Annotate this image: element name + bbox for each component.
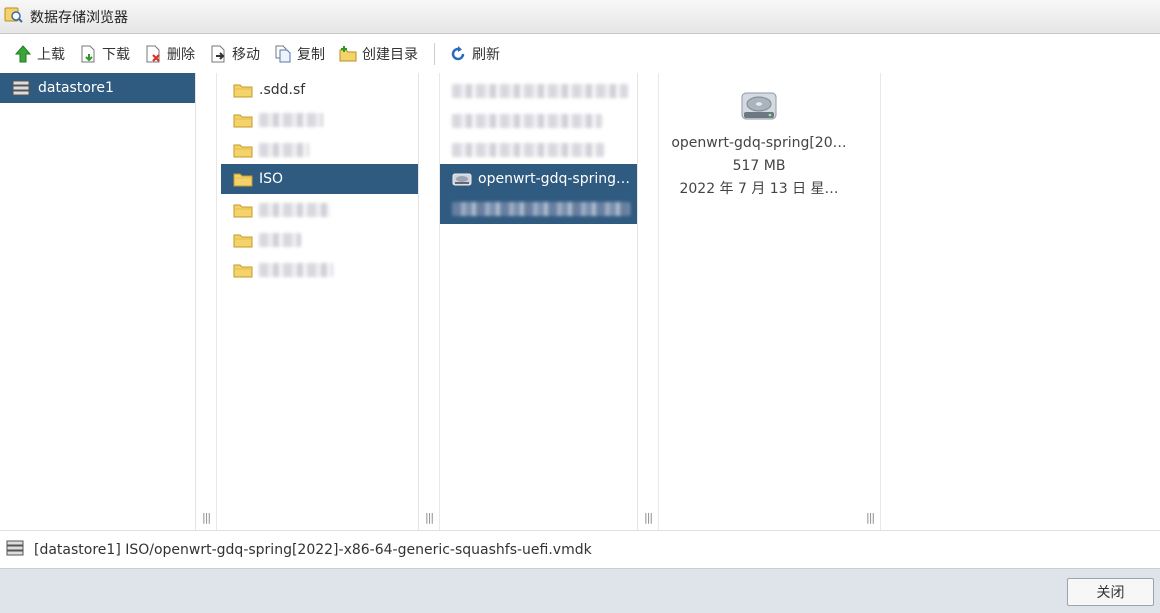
disk-file-icon bbox=[658, 87, 860, 131]
file-item[interactable] bbox=[440, 106, 637, 136]
file-item[interactable] bbox=[440, 76, 637, 106]
new-folder-icon bbox=[339, 45, 357, 63]
redacted-file-name bbox=[452, 84, 628, 98]
folder-item-iso[interactable]: ISO bbox=[221, 164, 418, 194]
datastore-label: datastore1 bbox=[38, 80, 114, 96]
pane-splitter[interactable]: ||| bbox=[638, 73, 659, 530]
refresh-label: 刷新 bbox=[472, 47, 500, 63]
datastore-icon bbox=[6, 540, 24, 560]
move-file-icon bbox=[209, 45, 227, 63]
folder-icon bbox=[233, 142, 253, 158]
folder-icon bbox=[233, 202, 253, 218]
file-item-openwrt[interactable]: openwrt-gdq-spring… bbox=[440, 164, 637, 194]
pane-splitter[interactable]: ||| bbox=[196, 73, 217, 530]
upload-button[interactable]: 上载 bbox=[10, 39, 69, 69]
delete-file-icon bbox=[144, 45, 162, 63]
folder-item[interactable]: .sdd.sf bbox=[221, 75, 418, 105]
file-pane: openwrt-gdq-spring… bbox=[440, 73, 638, 530]
copy-label: 复制 bbox=[297, 47, 325, 63]
disk-file-icon bbox=[452, 171, 472, 187]
file-item[interactable] bbox=[440, 135, 637, 165]
selected-path: [datastore1] ISO/openwrt-gdq-spring[2022… bbox=[34, 541, 592, 558]
redacted-folder-name bbox=[259, 113, 323, 127]
redacted-file-name bbox=[452, 202, 630, 216]
create-directory-label: 创建目录 bbox=[362, 47, 418, 63]
folder-item[interactable] bbox=[221, 225, 418, 255]
redacted-folder-name bbox=[259, 233, 301, 247]
copy-button[interactable]: 复制 bbox=[270, 39, 329, 69]
window-title: 数据存储浏览器 bbox=[30, 9, 128, 26]
datastore-pane: datastore1 bbox=[0, 73, 196, 530]
folder-item[interactable] bbox=[221, 135, 418, 165]
folder-icon bbox=[233, 262, 253, 278]
folder-pane: .sdd.sf ISO bbox=[217, 73, 419, 530]
download-button[interactable]: 下载 bbox=[75, 39, 134, 69]
move-label: 移动 bbox=[232, 47, 260, 63]
move-button[interactable]: 移动 bbox=[205, 39, 264, 69]
datastore-item[interactable]: datastore1 bbox=[0, 73, 195, 103]
toolbar: 上载 下载 删除 移动 复制 创建目录 刷新 bbox=[0, 35, 1160, 73]
file-details-pane: openwrt-gdq-spring[20… 517 MB 2022 年 7 月… bbox=[658, 73, 860, 530]
datastore-browser-icon bbox=[4, 5, 24, 29]
detail-file-name: openwrt-gdq-spring[20… bbox=[671, 135, 847, 151]
delete-button[interactable]: 删除 bbox=[140, 39, 199, 69]
pane-splitter[interactable]: ||| bbox=[419, 73, 440, 530]
redacted-folder-name bbox=[259, 143, 309, 157]
folder-item[interactable] bbox=[221, 255, 418, 285]
download-file-icon bbox=[79, 45, 97, 63]
redacted-folder-name bbox=[259, 203, 331, 217]
dialog-footer: 关闭 bbox=[0, 568, 1160, 613]
folder-label: ISO bbox=[259, 171, 284, 187]
folder-item[interactable] bbox=[221, 195, 418, 225]
detail-file-date: 2022 年 7 月 13 日 星… bbox=[679, 181, 839, 197]
detail-file-size: 517 MB bbox=[732, 158, 786, 174]
create-directory-button[interactable]: 创建目录 bbox=[335, 39, 422, 69]
refresh-icon bbox=[449, 45, 467, 63]
status-bar: [datastore1] ISO/openwrt-gdq-spring[2022… bbox=[0, 530, 1160, 568]
upload-arrow-icon bbox=[14, 45, 32, 63]
download-label: 下载 bbox=[102, 47, 130, 63]
copy-file-icon bbox=[274, 45, 292, 63]
folder-label: .sdd.sf bbox=[259, 82, 306, 98]
refresh-button[interactable]: 刷新 bbox=[445, 39, 504, 69]
pane-splitter[interactable]: ||| bbox=[860, 73, 881, 530]
toolbar-separator bbox=[434, 43, 435, 65]
redacted-file-name bbox=[452, 143, 604, 157]
folder-icon bbox=[233, 171, 253, 187]
folder-item[interactable] bbox=[221, 105, 418, 135]
datastore-icon bbox=[12, 80, 32, 96]
redacted-folder-name bbox=[259, 263, 333, 277]
file-label: openwrt-gdq-spring… bbox=[478, 171, 630, 187]
folder-icon bbox=[233, 112, 253, 128]
folder-icon bbox=[233, 82, 253, 98]
folder-icon bbox=[233, 232, 253, 248]
delete-label: 删除 bbox=[167, 47, 195, 63]
file-item[interactable] bbox=[440, 194, 637, 224]
title-bar: 数据存储浏览器 bbox=[0, 0, 1160, 34]
redacted-file-name bbox=[452, 114, 602, 128]
browser-panes: datastore1 ||| .sdd.sf ISO ||| openwrt-g… bbox=[0, 73, 1160, 530]
close-button[interactable]: 关闭 bbox=[1067, 578, 1154, 606]
upload-label: 上载 bbox=[37, 47, 65, 63]
